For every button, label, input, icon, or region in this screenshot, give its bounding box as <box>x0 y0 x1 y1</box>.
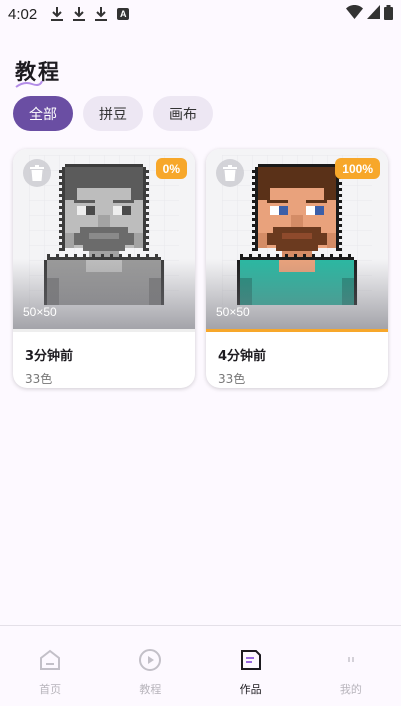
card-info: 4分钟前 33色 <box>206 332 388 387</box>
bottom-nav: 首页 教程 作品 我的 <box>0 625 401 706</box>
work-color-count: 33色 <box>25 372 53 386</box>
progress-badge: 100% <box>335 158 380 179</box>
status-bar: 4:02 A <box>0 0 401 28</box>
profile-icon <box>339 648 363 672</box>
progress-badge: 0% <box>155 158 187 179</box>
battery-icon <box>384 4 393 24</box>
filter-chips: 全部 拼豆 画布 <box>13 96 213 131</box>
wifi-icon <box>346 5 363 23</box>
play-circle-icon <box>138 648 162 672</box>
notification-icons: A <box>51 7 130 21</box>
card-info: 3分钟前 33色 <box>13 332 195 387</box>
nav-label: 首页 <box>39 683 62 696</box>
filter-chip-canvas[interactable]: 画布 <box>153 96 213 131</box>
filter-chip-all[interactable]: 全部 <box>13 96 73 131</box>
download-icon <box>95 7 108 21</box>
trash-icon <box>223 165 237 181</box>
nav-label: 作品 <box>239 683 262 696</box>
filter-chip-beads[interactable]: 拼豆 <box>83 96 143 131</box>
canvas-size-label: 50×50 <box>216 305 250 319</box>
nav-label: 教程 <box>139 683 162 696</box>
delete-button[interactable] <box>23 159 51 187</box>
work-time: 4分钟前 <box>218 349 267 364</box>
system-icons <box>346 4 393 24</box>
work-thumbnail[interactable]: 50×50 100% <box>206 149 388 329</box>
nav-item-tutorial[interactable]: 教程 <box>100 626 200 706</box>
title-underline-decoration <box>15 80 43 88</box>
work-card[interactable]: 50×50 100% 4分钟前 33色 <box>206 149 388 388</box>
nav-item-works[interactable]: 作品 <box>201 626 301 706</box>
home-icon <box>38 648 62 672</box>
download-icon <box>51 7 64 21</box>
app-notification-icon: A <box>117 8 130 20</box>
delete-button[interactable] <box>216 159 244 187</box>
download-icon <box>73 7 86 21</box>
signal-icon <box>367 5 380 23</box>
work-card[interactable]: 50×50 0% 3分钟前 33色 <box>13 149 195 388</box>
work-color-count: 33色 <box>218 372 246 386</box>
status-time: 4:02 <box>8 5 38 23</box>
trash-icon <box>30 165 44 181</box>
works-icon <box>239 648 263 672</box>
work-thumbnail[interactable]: 50×50 0% <box>13 149 195 329</box>
nav-label: 我的 <box>339 683 362 696</box>
nav-item-home[interactable]: 首页 <box>0 626 100 706</box>
canvas-size-label: 50×50 <box>23 305 57 319</box>
nav-item-profile[interactable]: 我的 <box>301 626 401 706</box>
work-time: 3分钟前 <box>25 349 74 364</box>
